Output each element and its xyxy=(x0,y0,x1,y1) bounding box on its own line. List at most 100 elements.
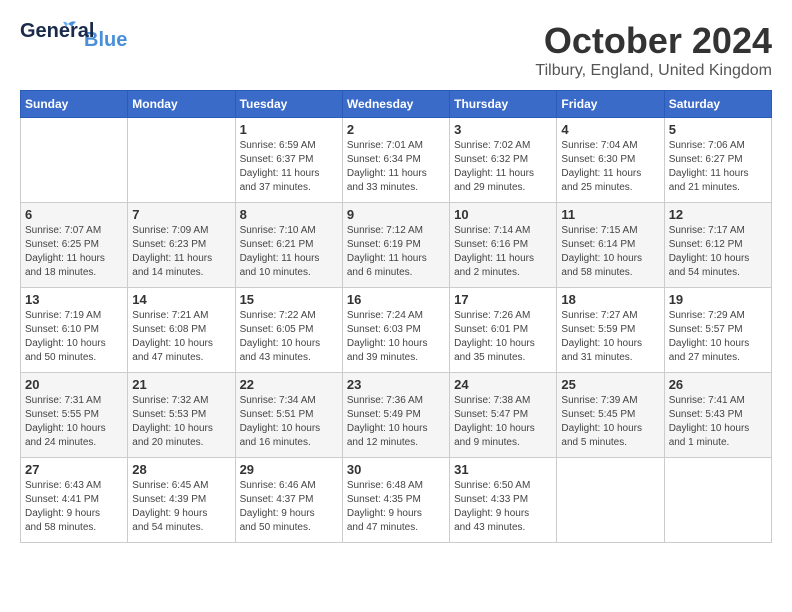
day-number: 23 xyxy=(347,377,445,392)
calendar-cell: 14 Sunrise: 7:21 AM Sunset: 6:08 PM Dayli… xyxy=(128,288,235,373)
cell-info-text: Sunrise: 7:22 AM Sunset: 6:05 PM Dayligh… xyxy=(240,309,338,365)
calendar-cell xyxy=(557,458,664,543)
calendar-cell: 19 Sunrise: 7:29 AM Sunset: 5:57 PM Dayli… xyxy=(664,288,771,373)
cell-info-text: Sunrise: 7:26 AM Sunset: 6:01 PM Dayligh… xyxy=(454,309,552,365)
day-number: 18 xyxy=(561,292,659,307)
calendar-cell: 15Sunrise: 7:22 AM Sunset: 6:05 PM Dayli… xyxy=(235,288,342,373)
calendar-week-row: 27 Sunrise: 6:43 AM Sunset: 4:41 PM Dayli… xyxy=(21,458,772,543)
calendar-cell: 16Sunrise: 7:24 AM Sunset: 6:03 PM Dayli… xyxy=(342,288,449,373)
day-number: 4 xyxy=(561,122,659,137)
month-year-title: October 2024 xyxy=(535,20,772,62)
calendar-cell: 18Sunrise: 7:27 AM Sunset: 5:59 PM Dayli… xyxy=(557,288,664,373)
cell-info-text: Sunrise: 7:36 AM Sunset: 5:49 PM Dayligh… xyxy=(347,394,445,450)
logo-bird-icon xyxy=(58,18,78,38)
calendar-week-row: 13 Sunrise: 7:19 AM Sunset: 6:10 PM Dayli… xyxy=(21,288,772,373)
day-number: 21 xyxy=(132,377,230,392)
day-number: 30 xyxy=(347,462,445,477)
calendar-cell: 30 Sunrise: 6:48 AM Sunset: 4:35 PM Dayli… xyxy=(342,458,449,543)
calendar-cell: 4 Sunrise: 7:04 AM Sunset: 6:30 PM Daylig… xyxy=(557,118,664,203)
calendar-cell: 29 Sunrise: 6:46 AM Sunset: 4:37 PM Dayli… xyxy=(235,458,342,543)
day-number: 22 xyxy=(240,377,338,392)
calendar-cell: 1 Sunrise: 6:59 AM Sunset: 6:37 PM Daylig… xyxy=(235,118,342,203)
calendar-cell: 22 Sunrise: 7:34 AM Sunset: 5:51 PM Dayli… xyxy=(235,373,342,458)
day-number: 27 xyxy=(25,462,123,477)
cell-info-text: Sunrise: 7:01 AM Sunset: 6:34 PM Dayligh… xyxy=(347,139,445,195)
cell-info-text: Sunrise: 7:38 AM Sunset: 5:47 PM Dayligh… xyxy=(454,394,552,450)
calendar-cell xyxy=(21,118,128,203)
cell-info-text: Sunrise: 7:29 AM Sunset: 5:57 PM Dayligh… xyxy=(669,309,767,365)
weekday-header-tuesday: Tuesday xyxy=(235,91,342,118)
day-number: 17 xyxy=(454,292,552,307)
day-number: 26 xyxy=(669,377,767,392)
day-number: 24 xyxy=(454,377,552,392)
cell-info-text: Sunrise: 7:21 AM Sunset: 6:08 PM Dayligh… xyxy=(132,309,230,365)
calendar-cell: 5 Sunrise: 7:06 AM Sunset: 6:27 PM Daylig… xyxy=(664,118,771,203)
calendar-body: 1 Sunrise: 6:59 AM Sunset: 6:37 PM Daylig… xyxy=(21,118,772,543)
cell-info-text: Sunrise: 7:07 AM Sunset: 6:25 PM Dayligh… xyxy=(25,224,123,280)
cell-info-text: Sunrise: 7:09 AM Sunset: 6:23 PM Dayligh… xyxy=(132,224,230,280)
cell-info-text: Sunrise: 7:12 AM Sunset: 6:19 PM Dayligh… xyxy=(347,224,445,280)
cell-info-text: Sunrise: 7:06 AM Sunset: 6:27 PM Dayligh… xyxy=(669,139,767,195)
day-number: 29 xyxy=(240,462,338,477)
day-number: 20 xyxy=(25,377,123,392)
day-number: 19 xyxy=(669,292,767,307)
day-number: 28 xyxy=(132,462,230,477)
cell-info-text: Sunrise: 7:19 AM Sunset: 6:10 PM Dayligh… xyxy=(25,309,123,365)
cell-info-text: Sunrise: 7:02 AM Sunset: 6:32 PM Dayligh… xyxy=(454,139,552,195)
calendar-week-row: 1 Sunrise: 6:59 AM Sunset: 6:37 PM Daylig… xyxy=(21,118,772,203)
day-number: 25 xyxy=(561,377,659,392)
calendar-cell: 7Sunrise: 7:09 AM Sunset: 6:23 PM Daylig… xyxy=(128,203,235,288)
calendar-cell: 2 Sunrise: 7:01 AM Sunset: 6:34 PM Daylig… xyxy=(342,118,449,203)
logo: General Blue xyxy=(20,20,127,60)
weekday-header-friday: Friday xyxy=(557,91,664,118)
day-number: 6 xyxy=(25,207,123,222)
calendar-cell xyxy=(128,118,235,203)
calendar-week-row: 20 Sunrise: 7:31 AM Sunset: 5:55 PM Dayli… xyxy=(21,373,772,458)
location-subtitle: Tilbury, England, United Kingdom xyxy=(535,62,772,80)
cell-info-text: Sunrise: 7:31 AM Sunset: 5:55 PM Dayligh… xyxy=(25,394,123,450)
cell-info-text: Sunrise: 7:15 AM Sunset: 6:14 PM Dayligh… xyxy=(561,224,659,280)
calendar-cell: 28Sunrise: 6:45 AM Sunset: 4:39 PM Dayli… xyxy=(128,458,235,543)
day-number: 12 xyxy=(669,207,767,222)
day-number: 14 xyxy=(132,292,230,307)
calendar-cell: 9Sunrise: 7:12 AM Sunset: 6:19 PM Daylig… xyxy=(342,203,449,288)
calendar-cell: 31Sunrise: 6:50 AM Sunset: 4:33 PM Dayli… xyxy=(450,458,557,543)
calendar-header-row: SundayMondayTuesdayWednesdayThursdayFrid… xyxy=(21,91,772,118)
cell-info-text: Sunrise: 6:46 AM Sunset: 4:37 PM Dayligh… xyxy=(240,479,338,535)
calendar-cell: 21 Sunrise: 7:32 AM Sunset: 5:53 PM Dayli… xyxy=(128,373,235,458)
cell-info-text: Sunrise: 7:41 AM Sunset: 5:43 PM Dayligh… xyxy=(669,394,767,450)
calendar-cell: 8Sunrise: 7:10 AM Sunset: 6:21 PM Daylig… xyxy=(235,203,342,288)
calendar-cell: 11Sunrise: 7:15 AM Sunset: 6:14 PM Dayli… xyxy=(557,203,664,288)
page-header: General Blue October 2024 Tilbury, Engla… xyxy=(20,20,772,80)
calendar-cell: 17 Sunrise: 7:26 AM Sunset: 6:01 PM Dayli… xyxy=(450,288,557,373)
calendar-cell: 10Sunrise: 7:14 AM Sunset: 6:16 PM Dayli… xyxy=(450,203,557,288)
cell-info-text: Sunrise: 7:10 AM Sunset: 6:21 PM Dayligh… xyxy=(240,224,338,280)
day-number: 2 xyxy=(347,122,445,137)
calendar-cell: 23 Sunrise: 7:36 AM Sunset: 5:49 PM Dayli… xyxy=(342,373,449,458)
day-number: 13 xyxy=(25,292,123,307)
calendar-cell: 25 Sunrise: 7:39 AM Sunset: 5:45 PM Dayli… xyxy=(557,373,664,458)
calendar-cell: 20 Sunrise: 7:31 AM Sunset: 5:55 PM Dayli… xyxy=(21,373,128,458)
weekday-header-monday: Monday xyxy=(128,91,235,118)
cell-info-text: Sunrise: 7:32 AM Sunset: 5:53 PM Dayligh… xyxy=(132,394,230,450)
calendar-cell: 27 Sunrise: 6:43 AM Sunset: 4:41 PM Dayli… xyxy=(21,458,128,543)
calendar-table: SundayMondayTuesdayWednesdayThursdayFrid… xyxy=(20,90,772,543)
cell-info-text: Sunrise: 7:24 AM Sunset: 6:03 PM Dayligh… xyxy=(347,309,445,365)
cell-info-text: Sunrise: 7:04 AM Sunset: 6:30 PM Dayligh… xyxy=(561,139,659,195)
weekday-header-sunday: Sunday xyxy=(21,91,128,118)
calendar-cell: 24 Sunrise: 7:38 AM Sunset: 5:47 PM Dayli… xyxy=(450,373,557,458)
cell-info-text: Sunrise: 6:59 AM Sunset: 6:37 PM Dayligh… xyxy=(240,139,338,195)
cell-info-text: Sunrise: 7:34 AM Sunset: 5:51 PM Dayligh… xyxy=(240,394,338,450)
calendar-cell: 26 Sunrise: 7:41 AM Sunset: 5:43 PM Dayli… xyxy=(664,373,771,458)
cell-info-text: Sunrise: 7:17 AM Sunset: 6:12 PM Dayligh… xyxy=(669,224,767,280)
calendar-cell: 3Sunrise: 7:02 AM Sunset: 6:32 PM Daylig… xyxy=(450,118,557,203)
cell-info-text: Sunrise: 6:43 AM Sunset: 4:41 PM Dayligh… xyxy=(25,479,123,535)
calendar-cell: 6 Sunrise: 7:07 AM Sunset: 6:25 PM Daylig… xyxy=(21,203,128,288)
calendar-cell: 12 Sunrise: 7:17 AM Sunset: 6:12 PM Dayli… xyxy=(664,203,771,288)
day-number: 10 xyxy=(454,207,552,222)
day-number: 5 xyxy=(669,122,767,137)
day-number: 1 xyxy=(240,122,338,137)
cell-info-text: Sunrise: 7:39 AM Sunset: 5:45 PM Dayligh… xyxy=(561,394,659,450)
cell-info-text: Sunrise: 6:48 AM Sunset: 4:35 PM Dayligh… xyxy=(347,479,445,535)
calendar-week-row: 6 Sunrise: 7:07 AM Sunset: 6:25 PM Daylig… xyxy=(21,203,772,288)
